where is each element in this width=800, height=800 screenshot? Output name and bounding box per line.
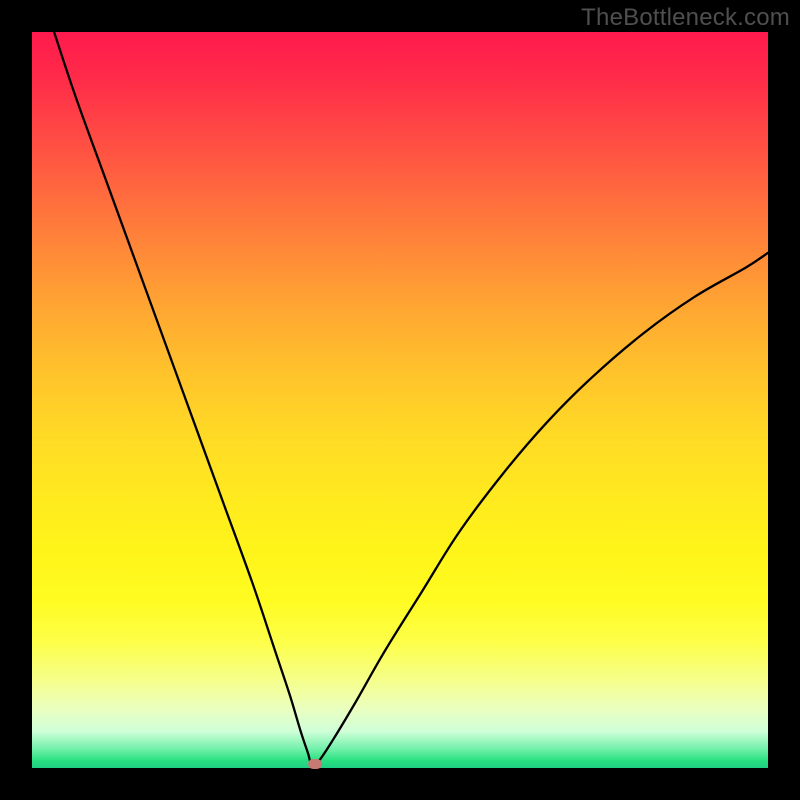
optimal-point-marker xyxy=(308,759,322,769)
chart-frame: TheBottleneck.com xyxy=(0,0,800,800)
bottleneck-curve xyxy=(32,32,768,768)
watermark-text: TheBottleneck.com xyxy=(581,4,790,32)
plot-area xyxy=(32,32,768,768)
